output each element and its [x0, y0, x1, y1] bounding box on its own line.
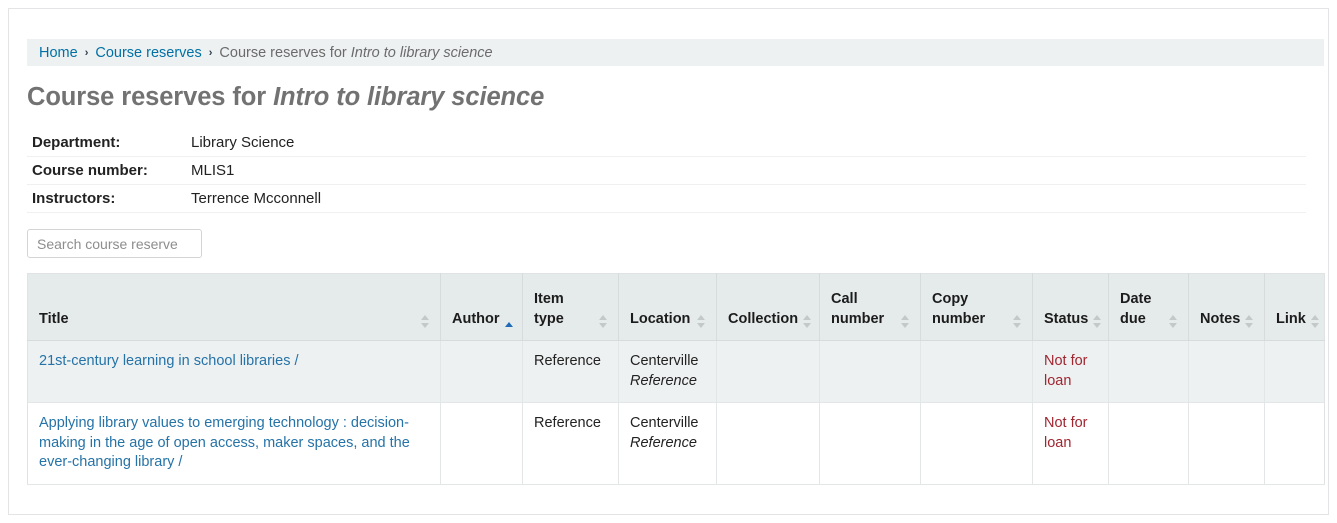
cell-notes [1189, 403, 1265, 485]
page-title: Course reserves for Intro to library sci… [27, 83, 1324, 112]
cell-collection [717, 341, 820, 403]
column-header-call-number[interactable]: Call number [820, 274, 921, 341]
details-value-instructors: Terrence Mcconnell [185, 185, 1306, 213]
page-root: Home › Course reserves › Course reserves… [0, 0, 1337, 523]
breadcrumb-current-prefix: Course reserves for [219, 45, 346, 61]
cell-author [441, 341, 523, 403]
details-value-course-number: MLIS1 [185, 157, 1306, 185]
cell-item-type: Reference [523, 341, 619, 403]
sort-both-icon[interactable] [1169, 315, 1178, 328]
sort-both-icon[interactable] [1311, 315, 1320, 328]
details-row-course-number: Course number: MLIS1 [27, 157, 1306, 185]
cell-link [1265, 403, 1325, 485]
column-header-status[interactable]: Status [1033, 274, 1109, 341]
column-header-item-type[interactable]: Item type [523, 274, 619, 341]
page-content: Home › Course reserves › Course reserves… [27, 39, 1324, 485]
sort-both-icon[interactable] [901, 315, 910, 328]
status-badge: Not for loan [1044, 415, 1088, 451]
cell-item-type: Reference [523, 403, 619, 485]
course-reserves-table: Title Author [27, 273, 1325, 485]
cell-collection [717, 403, 820, 485]
cell-status: Not for loan [1033, 403, 1109, 485]
course-details-table: Department: Library Science Course numbe… [27, 129, 1306, 213]
table-row: 21st-century learning in school librarie… [28, 341, 1325, 403]
course-details-body: Department: Library Science Course numbe… [27, 129, 1306, 213]
table-row: Applying library values to emerging tech… [28, 403, 1325, 485]
sort-both-icon[interactable] [1093, 315, 1102, 328]
search-input[interactable] [27, 229, 202, 258]
column-header-author[interactable]: Author [441, 274, 523, 341]
column-label-title: Title [39, 310, 69, 329]
cell-notes [1189, 341, 1265, 403]
table-head: Title Author [28, 274, 1325, 341]
column-header-notes[interactable]: Notes [1189, 274, 1265, 341]
details-label-department: Department: [27, 129, 185, 157]
cell-location: Centerville Reference [619, 341, 717, 403]
title-link[interactable]: 21st-century learning in school librarie… [39, 353, 299, 369]
table-body: 21st-century learning in school librarie… [28, 341, 1325, 485]
column-header-link[interactable]: Link [1265, 274, 1325, 341]
details-label-instructors: Instructors: [27, 185, 185, 213]
location-main: Centerville [630, 352, 706, 372]
breadcrumb-separator-icon-2: › [209, 47, 213, 59]
details-label-course-number: Course number: [27, 157, 185, 185]
column-header-date-due[interactable]: Date due [1109, 274, 1189, 341]
sort-both-icon[interactable] [599, 315, 608, 328]
sort-both-icon[interactable] [803, 315, 812, 328]
status-badge: Not for loan [1044, 353, 1088, 389]
cell-location: Centerville Reference [619, 403, 717, 485]
column-label-copy-number: Copy number [932, 290, 1008, 329]
sort-ascending-icon[interactable] [505, 315, 514, 328]
column-label-date-due: Date due [1120, 290, 1164, 329]
breadcrumb-link-home[interactable]: Home [39, 45, 78, 61]
column-label-item-type: Item type [534, 290, 594, 329]
column-header-collection[interactable]: Collection [717, 274, 820, 341]
page-title-emphasis: Intro to library science [273, 83, 544, 111]
column-label-author: Author [452, 310, 500, 329]
cell-author [441, 403, 523, 485]
breadcrumb-link-course-reserves[interactable]: Course reserves [95, 45, 201, 61]
page-title-prefix: Course reserves for [27, 83, 266, 111]
cell-date-due [1109, 403, 1189, 485]
cell-call-number [820, 341, 921, 403]
cell-copy-number [921, 403, 1033, 485]
location-main: Centerville [630, 414, 706, 434]
column-header-copy-number[interactable]: Copy number [921, 274, 1033, 341]
details-row-department: Department: Library Science [27, 129, 1306, 157]
column-label-status: Status [1044, 310, 1088, 329]
results-table-container: Title Author [27, 273, 1324, 485]
column-label-notes: Notes [1200, 310, 1240, 329]
column-header-location[interactable]: Location [619, 274, 717, 341]
title-link[interactable]: Applying library values to emerging tech… [39, 415, 410, 470]
column-label-call-number: Call number [831, 290, 896, 329]
location-sub: Reference [630, 372, 706, 392]
table-header-row: Title Author [28, 274, 1325, 341]
breadcrumb: Home › Course reserves › Course reserves… [27, 39, 1324, 66]
cell-copy-number [921, 341, 1033, 403]
sort-both-icon[interactable] [1245, 315, 1254, 328]
column-label-location: Location [630, 310, 690, 329]
breadcrumb-current-emphasis: Intro to library science [351, 45, 493, 61]
details-value-department: Library Science [185, 129, 1306, 157]
cell-title: Applying library values to emerging tech… [28, 403, 441, 485]
breadcrumb-current: Course reserves for Intro to library scie… [219, 45, 492, 61]
cell-status: Not for loan [1033, 341, 1109, 403]
page-frame: Home › Course reserves › Course reserves… [8, 8, 1329, 515]
column-label-collection: Collection [728, 310, 798, 329]
column-header-title[interactable]: Title [28, 274, 441, 341]
details-row-instructors: Instructors: Terrence Mcconnell [27, 185, 1306, 213]
sort-both-icon[interactable] [1013, 315, 1022, 328]
cell-call-number [820, 403, 921, 485]
cell-title: 21st-century learning in school librarie… [28, 341, 441, 403]
cell-date-due [1109, 341, 1189, 403]
cell-link [1265, 341, 1325, 403]
search-container [27, 229, 1324, 258]
column-label-link: Link [1276, 310, 1306, 329]
sort-both-icon[interactable] [421, 315, 430, 328]
breadcrumb-separator-icon: › [85, 47, 89, 59]
location-sub: Reference [630, 434, 706, 454]
sort-both-icon[interactable] [697, 315, 706, 328]
